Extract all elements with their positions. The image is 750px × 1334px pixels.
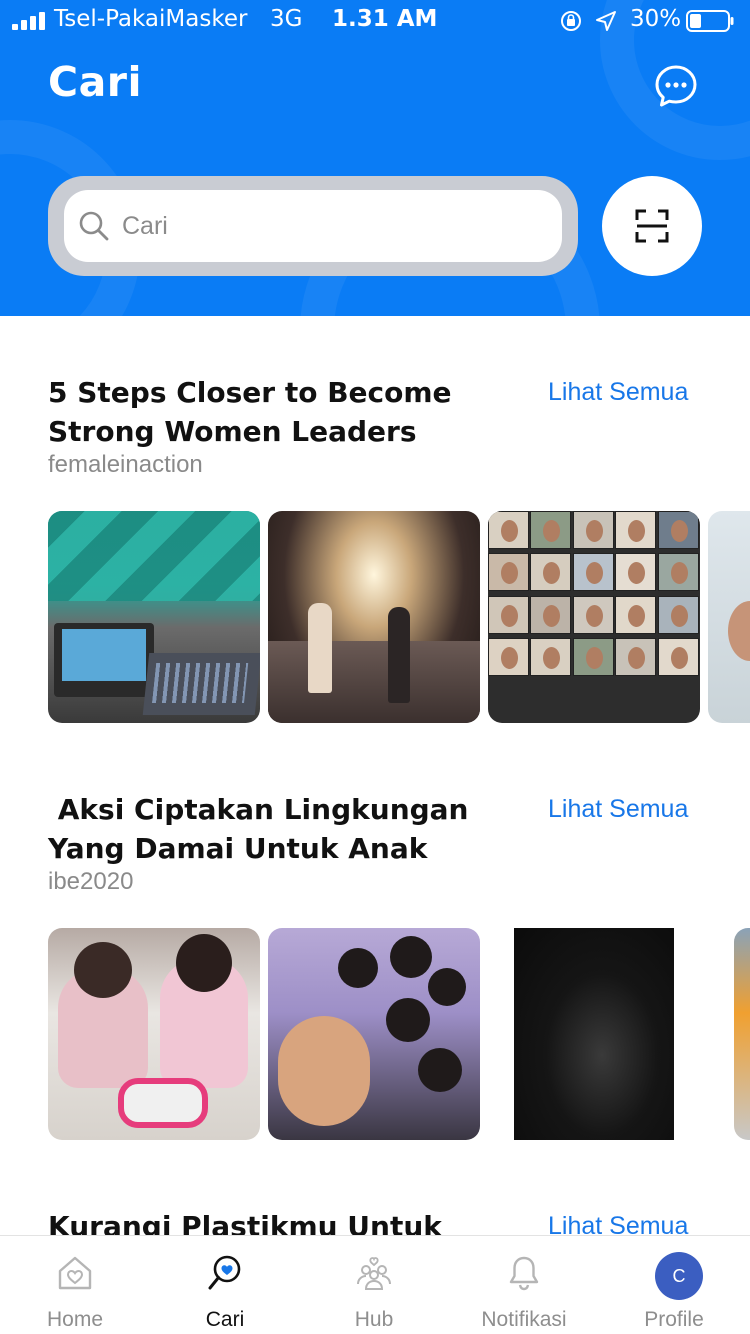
search-heart-icon bbox=[208, 1255, 241, 1290]
bottom-tab-bar: Home Cari Hub Notifikasi Profile bbox=[0, 1235, 750, 1334]
video-tile bbox=[615, 638, 657, 677]
see-all-link[interactable]: Lihat Semua bbox=[548, 790, 688, 829]
section-author[interactable]: ibe2020 bbox=[48, 868, 133, 896]
video-tile bbox=[615, 511, 657, 549]
section-author[interactable]: femaleinaction bbox=[48, 451, 203, 479]
tab-label: Profile bbox=[644, 1308, 704, 1331]
video-tile bbox=[572, 553, 614, 592]
video-tile bbox=[572, 595, 614, 634]
video-tile bbox=[572, 638, 614, 677]
hub-people-icon bbox=[357, 1257, 391, 1290]
video-tile bbox=[657, 595, 699, 634]
header: Tsel-PakaiMasker 3G 1.31 AM 30% Cari bbox=[0, 0, 750, 316]
tab-label: Cari bbox=[205, 1308, 245, 1331]
video-tile bbox=[488, 638, 529, 677]
video-tile bbox=[572, 511, 614, 549]
tab-home[interactable]: Home bbox=[0, 1236, 150, 1334]
status-time: 1.31 AM bbox=[332, 6, 438, 32]
search-icon bbox=[79, 211, 109, 241]
thumbnail-image[interactable] bbox=[734, 928, 750, 1140]
video-tile bbox=[530, 553, 572, 592]
scan-icon bbox=[635, 209, 669, 243]
bell-icon bbox=[509, 1256, 539, 1291]
search-field[interactable] bbox=[64, 190, 562, 262]
video-tile bbox=[657, 638, 699, 677]
video-tile bbox=[657, 511, 699, 549]
thumbnail-image[interactable] bbox=[48, 928, 260, 1140]
thumbnail-image[interactable] bbox=[488, 928, 700, 1140]
avatar[interactable]: C bbox=[655, 1252, 703, 1300]
search-input[interactable] bbox=[122, 204, 542, 248]
thumbnail-image[interactable] bbox=[708, 511, 750, 723]
tab-cari[interactable]: Cari bbox=[150, 1236, 300, 1334]
battery-percent: 30% bbox=[630, 6, 682, 32]
chat-bubble-icon[interactable] bbox=[654, 64, 698, 108]
see-all-link[interactable]: Lihat Semua bbox=[548, 373, 688, 412]
thumbnail-image[interactable] bbox=[488, 511, 700, 723]
section-title[interactable]: 5 Steps Closer to Become Strong Women Le… bbox=[48, 373, 528, 451]
section-title[interactable]: Kurangi Plastikmu Untuk bbox=[48, 1207, 528, 1235]
thumbnail-image[interactable] bbox=[48, 511, 260, 723]
carrier-name: Tsel-PakaiMasker bbox=[54, 6, 248, 32]
video-tile bbox=[488, 511, 529, 549]
rotation-lock-icon bbox=[561, 11, 581, 31]
video-tile bbox=[530, 638, 572, 677]
see-all-link[interactable]: Lihat Semua bbox=[548, 1207, 688, 1235]
tab-hub[interactable]: Hub bbox=[299, 1236, 449, 1334]
network-type: 3G bbox=[270, 6, 303, 32]
video-tile bbox=[615, 553, 657, 592]
video-tile bbox=[488, 595, 529, 634]
thumbnail-strip[interactable] bbox=[48, 511, 750, 723]
page-title: Cari bbox=[48, 58, 143, 106]
campaign-section: Kurangi Plastikmu Untuk Lihat Semua bbox=[0, 1207, 750, 1235]
thumbnail-image[interactable] bbox=[268, 928, 480, 1140]
home-icon bbox=[58, 1256, 92, 1290]
location-arrow-icon bbox=[596, 11, 616, 31]
section-title[interactable]: Aksi Ciptakan Lingkungan Yang Damai Untu… bbox=[48, 790, 528, 868]
video-tile bbox=[615, 595, 657, 634]
tab-label: Notifikasi bbox=[481, 1308, 567, 1331]
video-tile bbox=[530, 595, 572, 634]
video-tile bbox=[530, 511, 572, 549]
battery-icon bbox=[686, 10, 734, 32]
video-tile bbox=[657, 553, 699, 592]
signal-icon bbox=[12, 12, 46, 30]
tab-notifikasi[interactable]: Notifikasi bbox=[449, 1236, 599, 1334]
scan-button[interactable] bbox=[602, 176, 702, 276]
status-bar: Tsel-PakaiMasker 3G 1.31 AM 30% bbox=[0, 0, 750, 40]
video-tile bbox=[488, 553, 529, 592]
thumbnail-strip[interactable] bbox=[48, 928, 750, 1140]
thumbnail-image[interactable] bbox=[268, 511, 480, 723]
tab-label: Hub bbox=[354, 1308, 394, 1331]
search-bar bbox=[48, 176, 578, 276]
tab-label: Home bbox=[46, 1308, 104, 1331]
